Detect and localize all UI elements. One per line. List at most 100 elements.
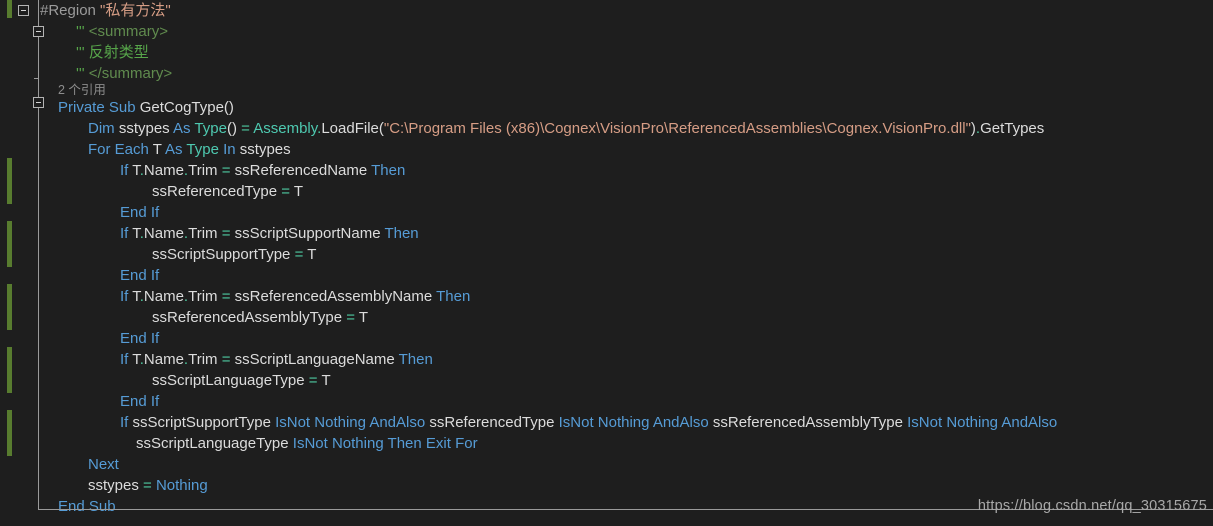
code-token: = [221, 288, 235, 305]
code-token: IsNot Nothing AndAlso [558, 414, 713, 431]
code-token: sstypes [118, 120, 174, 137]
code-line[interactable]: Dim sstypes As Type() = Assembly.LoadFil… [0, 118, 1044, 139]
code-token: T [307, 246, 317, 263]
code-token: End If [120, 204, 160, 221]
code-token: If [120, 288, 133, 305]
code-token: As [173, 120, 195, 137]
code-line[interactable]: If T.Name.Trim = ssScriptSupportName The… [0, 223, 419, 244]
code-token: Type [186, 141, 224, 158]
code-token: #Region [40, 2, 101, 19]
code-token: T [132, 225, 140, 242]
code-line[interactable]: ssReferencedAssemblyType = T [0, 307, 368, 328]
code-line[interactable]: sstypes = Nothing [0, 475, 208, 496]
code-token: <summary> [88, 23, 168, 40]
code-token: "C:\Program Files (x86)\Cognex\VisionPro… [383, 120, 971, 137]
code-token: As [165, 141, 187, 158]
code-token: ssReferencedType [429, 414, 559, 431]
code-token: sstypes [88, 477, 144, 494]
code-line[interactable]: Next [0, 454, 119, 475]
code-token: T [293, 183, 304, 200]
code-token: Trim [188, 162, 222, 179]
code-line[interactable]: ''' 反射类型 [0, 42, 149, 63]
code-token: ''' [76, 44, 89, 61]
code-token: Trim [188, 351, 222, 368]
code-line[interactable]: ssScriptSupportType = T [0, 244, 316, 265]
code-token: = [221, 351, 235, 368]
code-line[interactable]: If T.Name.Trim = ssReferencedName Then [0, 160, 405, 181]
code-token: Name [143, 288, 184, 305]
watermark-url: https://blog.csdn.net/qq_30315675 [977, 498, 1207, 514]
code-token: ssScriptSupportType [132, 414, 276, 431]
code-token: Next [88, 456, 119, 473]
code-token: Then [398, 351, 433, 368]
code-token: ssScriptLanguageType [136, 435, 293, 452]
code-token: Trim [188, 288, 222, 305]
code-line[interactable]: End If [0, 202, 159, 223]
code-token: T [358, 309, 369, 326]
code-token: = [281, 183, 294, 200]
code-line[interactable]: Private Sub GetCogType() [0, 97, 234, 118]
code-token: = [308, 372, 322, 389]
code-token: Assembly [253, 120, 318, 137]
code-token: ssScriptSupportName [234, 225, 385, 242]
code-token: ssReferencedAssemblyType [152, 309, 347, 326]
code-line[interactable]: #Region "私有方法" [0, 0, 171, 21]
code-line[interactable]: ssReferencedType = T [0, 181, 303, 202]
code-token: 反射类型 [88, 44, 149, 61]
code-line[interactable]: If ssScriptSupportType IsNot Nothing And… [0, 412, 1057, 433]
code-token: Private Sub [58, 99, 140, 116]
code-token: Nothing [155, 477, 208, 494]
code-token: Type [194, 120, 227, 137]
code-line[interactable]: End If [0, 265, 159, 286]
code-token: IsNot Nothing Then Exit For [292, 435, 478, 452]
code-editor-surface[interactable]: #Region "私有方法" ''' <summary> ''' 反射类型 ''' <… [0, 0, 1213, 526]
code-line[interactable]: ''' <summary> [0, 21, 168, 42]
code-line[interactable]: End If [0, 328, 159, 349]
code-token: = [221, 162, 235, 179]
code-token: End Sub [58, 498, 116, 515]
code-token: T [132, 288, 140, 305]
code-token: = [143, 477, 156, 494]
code-line[interactable]: ssScriptLanguageType = T [0, 370, 331, 391]
code-token: = [241, 120, 254, 137]
code-token: T [132, 351, 140, 368]
code-token: = [221, 225, 235, 242]
code-token: ssReferencedType [152, 183, 282, 200]
code-token: Then [384, 225, 419, 242]
code-token: IsNot Nothing AndAlso [275, 414, 430, 431]
code-token: Dim [88, 120, 119, 137]
code-line[interactable]: ssScriptLanguageType IsNot Nothing Then … [0, 433, 478, 454]
code-token: GetCogType() [139, 99, 234, 116]
code-token: = [294, 246, 308, 263]
code-token: ssReferencedAssemblyName [234, 288, 437, 305]
code-token: ssScriptLanguageType [152, 372, 309, 389]
code-token: Name [143, 351, 184, 368]
code-token: T [132, 162, 140, 179]
code-token: If [120, 351, 133, 368]
code-token: End If [120, 330, 160, 347]
code-token: ssReferencedName [234, 162, 372, 179]
code-token: Then [436, 288, 471, 305]
code-token: End If [120, 393, 160, 410]
code-line[interactable]: End If [0, 391, 159, 412]
code-line[interactable]: End Sub [0, 496, 116, 517]
code-token: "私有方法" [100, 2, 171, 19]
code-line[interactable]: If T.Name.Trim = ssScriptLanguageName Th… [0, 349, 433, 370]
code-line[interactable]: For Each T As Type In sstypes [0, 139, 291, 160]
code-token: In [223, 141, 240, 158]
code-token: End If [120, 267, 160, 284]
code-token: ssScriptSupportType [152, 246, 295, 263]
code-token: Name [143, 225, 184, 242]
code-token: Then [371, 162, 406, 179]
code-token: If [120, 225, 133, 242]
code-line[interactable]: If T.Name.Trim = ssReferencedAssemblyNam… [0, 286, 470, 307]
code-token: ssScriptLanguageName [234, 351, 399, 368]
code-token: ''' [76, 23, 89, 40]
code-token: For Each [88, 141, 153, 158]
code-token: If [120, 162, 133, 179]
code-token: IsNot Nothing AndAlso [907, 414, 1058, 431]
codelens-reference-count[interactable]: 2 个引用 [58, 80, 106, 101]
code-token: T [321, 372, 331, 389]
code-token: = [346, 309, 359, 326]
code-token: ssReferencedAssemblyType [712, 414, 908, 431]
